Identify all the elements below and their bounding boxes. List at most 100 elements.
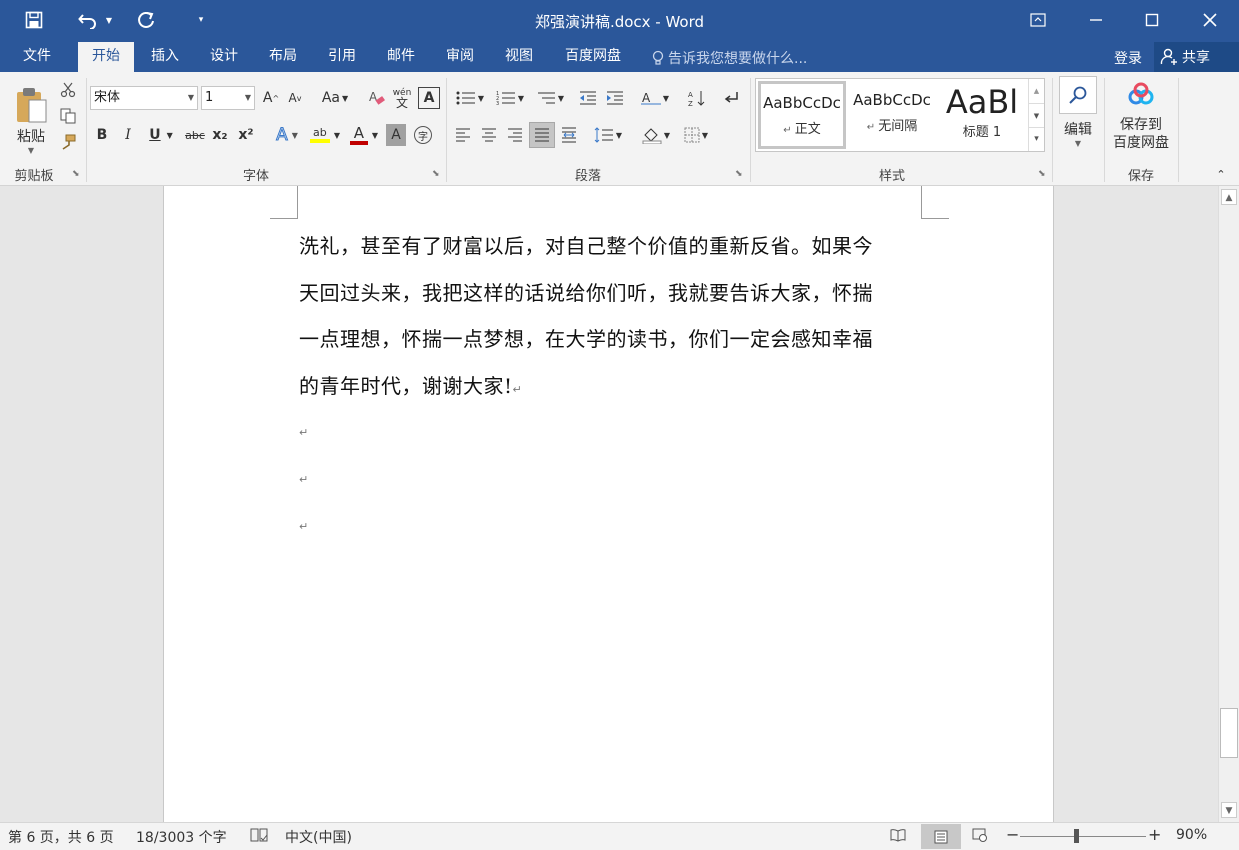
scroll-thumb[interactable] (1220, 708, 1238, 758)
clipboard-launcher-icon[interactable]: ⬊ (72, 169, 82, 179)
font-size-combo[interactable]: 1 ▼ (201, 86, 255, 110)
page-count[interactable]: 第 6 页，共 6 页 (8, 827, 114, 847)
shrink-font-button[interactable]: Av (285, 87, 305, 109)
tell-me-box[interactable]: 告诉我您想要做什么... (652, 48, 807, 68)
change-case-label: Aa (321, 90, 340, 106)
multilevel-list-button[interactable]: ▼ (532, 87, 568, 109)
document-area[interactable]: 洗礼，甚至有了财富以后，对自己整个价值的重新反省。如果今 天回过头来，我把这样的… (0, 186, 1218, 822)
read-mode-icon[interactable] (890, 828, 906, 842)
minimize-icon[interactable] (1068, 0, 1124, 40)
tab-references[interactable]: 引用 (317, 42, 367, 72)
zoom-in-icon[interactable]: + (1148, 825, 1161, 844)
tab-view[interactable]: 视图 (494, 42, 544, 72)
subscript-button[interactable]: x₂ (209, 124, 231, 146)
gallery-more-icon[interactable]: ▾ (1029, 127, 1044, 149)
character-shading-button[interactable]: A (386, 124, 406, 146)
word-count[interactable]: 18/3003 个字 (136, 827, 227, 847)
align-center-icon[interactable] (478, 124, 500, 146)
distributed-icon[interactable] (558, 124, 580, 146)
borders-button[interactable]: ▼ (678, 124, 714, 146)
maximize-icon[interactable] (1124, 0, 1180, 40)
zoom-out-icon[interactable]: − (1006, 825, 1019, 844)
collapse-ribbon-icon[interactable]: ⌃ (1212, 166, 1230, 182)
character-border-button[interactable]: A (418, 87, 440, 109)
enclose-characters-button[interactable]: 字 (412, 124, 434, 146)
strikethrough-button[interactable]: abc (182, 124, 208, 146)
customize-icon[interactable]: ▾ (192, 0, 210, 40)
align-right-icon[interactable] (504, 124, 526, 146)
save-icon[interactable] (20, 0, 48, 40)
format-painter-icon[interactable] (58, 132, 78, 152)
bold-button[interactable]: B (92, 124, 112, 146)
zoom-slider-thumb[interactable] (1074, 829, 1079, 843)
tab-baidu-netdisk[interactable]: 百度网盘 (555, 42, 631, 72)
save-label-2: 百度网盘 (1113, 135, 1169, 151)
font-color-button[interactable]: A ▼ (346, 122, 382, 148)
ribbon-display-icon[interactable] (1010, 0, 1066, 40)
style-normal[interactable]: AaBbCcDc ↵ 正文 (758, 81, 846, 149)
vertical-scrollbar[interactable]: ▲ ▼ (1218, 186, 1239, 822)
increase-indent-icon[interactable] (604, 87, 626, 109)
scroll-up-icon[interactable]: ▲ (1221, 189, 1237, 205)
grow-font-button[interactable]: A ^ (261, 87, 281, 109)
chinese-layout-button[interactable]: A ▼ (638, 87, 672, 109)
scroll-down-icon[interactable]: ▼ (1221, 802, 1237, 818)
login-link[interactable]: 登录 (1114, 48, 1142, 68)
style-sample: AaBbCcDc (763, 94, 841, 112)
paragraph-launcher-icon[interactable]: ⬊ (735, 169, 745, 179)
print-layout-icon[interactable] (921, 824, 961, 849)
editing-button[interactable]: 编辑 ▼ (1058, 76, 1098, 160)
chevron-down-icon[interactable]: ▼ (188, 87, 194, 109)
undo-icon[interactable] (74, 0, 102, 40)
tab-review[interactable]: 审阅 (435, 42, 485, 72)
italic-button[interactable]: I (118, 124, 138, 146)
highlight-button[interactable]: ab ▼ (306, 122, 344, 148)
zoom-slider[interactable] (1020, 836, 1146, 837)
numbering-button[interactable]: 1 2 3 ▼ (492, 87, 528, 109)
share-button[interactable]: 共享 (1154, 42, 1239, 72)
line-spacing-button[interactable]: ▼ (590, 124, 626, 146)
paste-button[interactable]: 粘贴 ▼ (10, 78, 52, 162)
font-name-combo[interactable]: 宋体 ▼ (90, 86, 198, 110)
tab-insert[interactable]: 插入 (140, 42, 190, 72)
cut-icon[interactable] (58, 80, 78, 100)
proofing-icon[interactable] (250, 827, 268, 843)
web-layout-icon[interactable] (972, 828, 988, 842)
tab-file[interactable]: 文件 (12, 42, 62, 72)
sort-icon[interactable]: AZ (686, 87, 708, 109)
change-case-button[interactable]: Aa ▼ (318, 87, 352, 109)
underline-label: U (149, 127, 161, 143)
tab-design[interactable]: 设计 (199, 42, 249, 72)
document-line-last: 的青年时代，谢谢大家!↵ (299, 370, 522, 399)
phonetic-guide-button[interactable]: wén 文 (390, 85, 414, 111)
language[interactable]: 中文(中国) (285, 827, 352, 847)
copy-icon[interactable] (58, 106, 78, 126)
tab-home[interactable]: 开始 (78, 42, 134, 72)
zoom-level[interactable]: 90% (1176, 827, 1207, 843)
shading-button[interactable]: ▼ (638, 124, 674, 146)
show-marks-icon[interactable] (720, 87, 742, 109)
font-launcher-icon[interactable]: ⬊ (432, 169, 442, 179)
style-heading-1[interactable]: AaBl 标题 1 (938, 81, 1026, 149)
decrease-indent-icon[interactable] (577, 87, 599, 109)
tab-mailings[interactable]: 邮件 (376, 42, 426, 72)
redo-icon[interactable] (132, 0, 160, 40)
tab-layout[interactable]: 布局 (258, 42, 308, 72)
svg-text:Z: Z (688, 100, 693, 107)
undo-dropdown-icon[interactable]: ▼ (102, 0, 116, 40)
superscript-button[interactable]: x² (235, 124, 257, 146)
save-to-baidu-button[interactable]: 保存到 百度网盘 (1108, 82, 1174, 162)
align-left-icon[interactable] (452, 124, 474, 146)
bullets-button[interactable]: ▼ (452, 87, 488, 109)
gallery-down-icon[interactable]: ▼ (1029, 103, 1044, 127)
justify-icon[interactable] (529, 122, 555, 148)
text-effects-button[interactable]: A ▼ (270, 124, 304, 146)
close-icon[interactable] (1182, 0, 1238, 40)
underline-button[interactable]: U ▼ (144, 124, 178, 146)
styles-launcher-icon[interactable]: ⬊ (1038, 169, 1048, 179)
style-no-spacing[interactable]: AaBbCcDc ↵ 无间隔 (848, 81, 936, 149)
clear-format-icon[interactable]: A (366, 87, 388, 109)
document-page[interactable]: 洗礼，甚至有了财富以后，对自己整个价值的重新反省。如果今 天回过头来，我把这样的… (163, 186, 1054, 822)
gallery-up-icon[interactable]: ▲ (1029, 79, 1044, 103)
chevron-down-icon[interactable]: ▼ (245, 87, 251, 109)
